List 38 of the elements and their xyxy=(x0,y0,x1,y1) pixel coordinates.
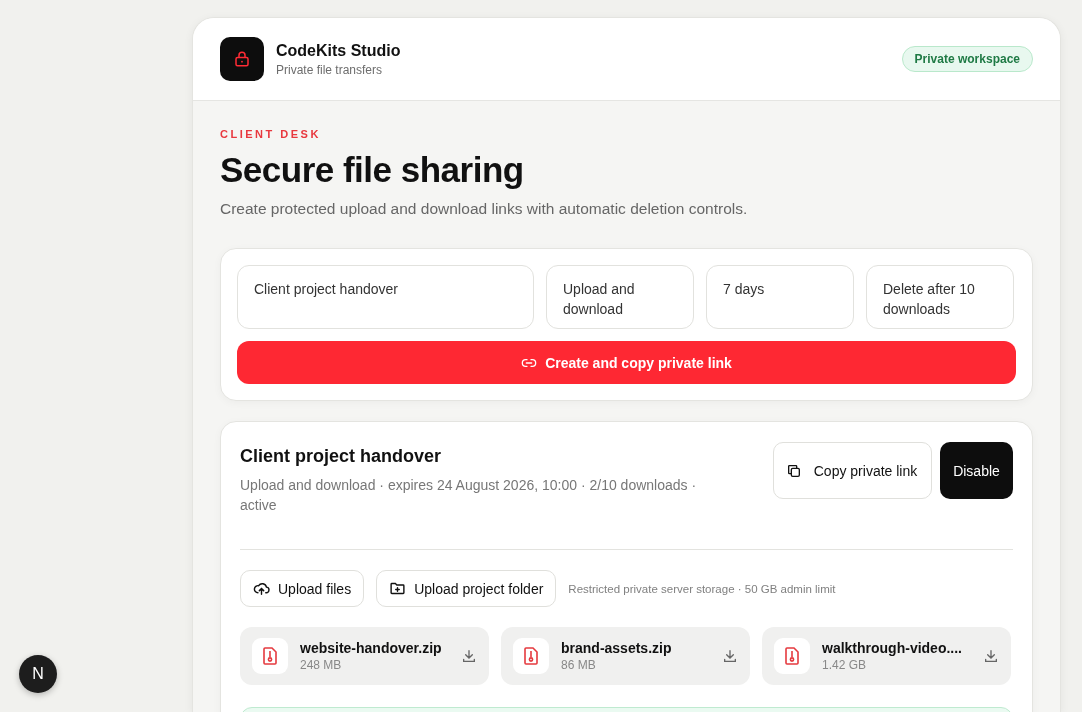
select-field[interactable]: Delete after 10 downloads xyxy=(866,265,1014,329)
upload-files-button[interactable]: Upload files xyxy=(240,570,365,607)
download-icon[interactable] xyxy=(983,648,999,664)
folder-plus-icon xyxy=(389,580,407,597)
page-title: Secure file sharing xyxy=(220,150,525,190)
workspace-badge: Private workspace xyxy=(901,46,1033,72)
file-name: walkthrough-video.... xyxy=(822,640,963,656)
upload-folder-button[interactable]: Upload project folder xyxy=(376,570,557,607)
select-field[interactable]: 7 days xyxy=(706,265,854,329)
file-tile[interactable]: website-handover.zip 248 MB xyxy=(240,627,489,685)
input-field[interactable]: Client project handover xyxy=(237,265,534,329)
download-icon[interactable] xyxy=(722,648,738,664)
section-eyebrow: CLIENT DESK xyxy=(220,128,322,140)
storage-note: Restricted private server storage · 50 GB admin limit xyxy=(568,582,836,595)
file-icon xyxy=(252,638,288,674)
cloud-upload-icon xyxy=(253,580,270,597)
dev-indicator-button[interactable]: N xyxy=(19,655,57,693)
copy-link-button[interactable]: Copy private link xyxy=(773,442,932,499)
download-icon[interactable] xyxy=(461,648,477,664)
file-name: brand-assets.zip xyxy=(561,640,673,656)
brand-subtitle: Private file transfers xyxy=(276,62,384,77)
page-description: Create protected upload and download links with automatic deletion controls. xyxy=(220,200,749,218)
select-field[interactable]: Upload and download xyxy=(546,265,694,329)
copy-icon xyxy=(786,462,802,479)
file-size: 86 MB xyxy=(561,658,597,672)
create-link-button[interactable]: Create and copy private link xyxy=(237,341,1016,384)
brand-name: CodeKits Studio xyxy=(276,41,402,60)
file-tile[interactable]: walkthrough-video.... 1.42 GB xyxy=(762,627,1011,685)
file-icon xyxy=(774,638,810,674)
session-title: Client project handover xyxy=(240,446,443,467)
file-name: website-handover.zip xyxy=(300,640,443,656)
lock-icon xyxy=(220,37,264,81)
file-size: 248 MB xyxy=(300,658,343,672)
session-meta: Upload and download · expires 24 August 2026, 10:00 · 2/10 downloads · active xyxy=(240,476,698,515)
file-tile[interactable]: brand-assets.zip 86 MB xyxy=(501,627,750,685)
disable-button[interactable]: Disable xyxy=(940,442,1013,499)
file-size: 1.42 GB xyxy=(822,658,868,672)
file-icon xyxy=(513,638,549,674)
